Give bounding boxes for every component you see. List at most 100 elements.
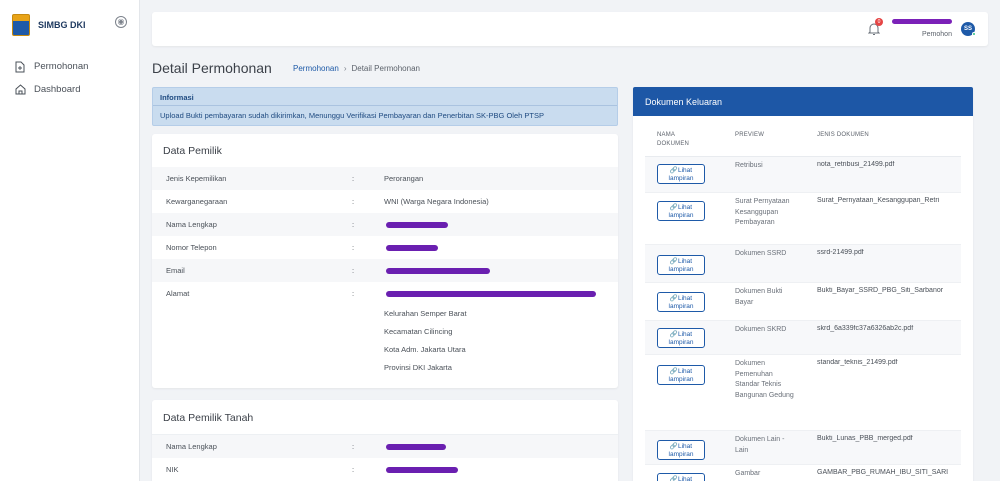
topbar: 0 Pemohon SS xyxy=(152,12,988,46)
preview-cell: Retribusi xyxy=(735,162,763,169)
brand[interactable]: SIMBG DKI xyxy=(12,14,86,36)
address-line: Kota Adm. Jakarta Utara xyxy=(384,345,466,354)
row-value: WNI (Warga Negara Indonesia) xyxy=(384,197,489,206)
breadcrumb-current: Detail Permohonan xyxy=(351,64,420,73)
home-icon xyxy=(14,84,26,96)
preview-cell: Dokumen SSRD xyxy=(735,250,787,257)
row-colon: : xyxy=(352,197,355,206)
table-row: 🔗Lihat lampiran Gambar GAMBAR_PBG_RUMAH_… xyxy=(645,465,961,481)
sidebar-item-label: Permohonan xyxy=(34,61,89,72)
alert-divider xyxy=(153,105,617,106)
address-line: Kelurahan Semper Barat xyxy=(384,309,467,318)
sidebar-item-dashboard[interactable]: Dashboard xyxy=(14,78,88,101)
lihat-lampiran-button[interactable]: 🔗Lihat lampiran xyxy=(657,255,705,275)
lihat-lampiran-button[interactable]: 🔗Lihat lampiran xyxy=(657,473,705,481)
column-header-nama: NAMA DOKUMEN xyxy=(657,132,690,147)
jenis-cell: Bukti_Bayar_SSRD_PBG_Siti_Sarbanor xyxy=(817,287,944,294)
breadcrumb: Permohonan › Detail Permohonan xyxy=(293,64,420,73)
detail-row: Kewarganegaraan : WNI (Warga Negara Indo… xyxy=(152,190,618,213)
brand-name: SIMBG DKI xyxy=(38,20,86,30)
info-alert: Informasi Upload Bukti pembayaran sudah … xyxy=(152,87,618,126)
sidebar: SIMBG DKI ◉ Permohonan Dashboard xyxy=(0,0,140,481)
jenis-cell: nota_retribusi_21499.pdf xyxy=(817,161,895,168)
jenis-cell: GAMBAR_PBG_RUMAH_IBU_SITI_SARI xyxy=(817,469,949,476)
link-icon: 🔗 xyxy=(669,368,678,375)
address-line: Kecamatan Cilincing xyxy=(384,327,453,336)
lihat-lampiran-button[interactable]: 🔗Lihat lampiran xyxy=(657,328,705,348)
row-colon: : xyxy=(352,220,355,229)
sidebar-collapse-icon[interactable]: ◉ xyxy=(115,16,127,28)
jenis-cell: Surat_Pernyataan_Kesanggupan_Retri xyxy=(817,197,940,204)
table-row: 🔗Lihat lampiran Surat Pernyataan Kesangg… xyxy=(645,193,961,245)
link-icon: 🔗 xyxy=(669,476,678,481)
dokumen-table[interactable]: NAMA DOKUMEN PREVIEW JENIS DOKUMEN 🔗Liha… xyxy=(645,126,961,481)
panel-title: Dokumen Keluaran xyxy=(645,97,723,107)
preview-cell: Gambar xyxy=(735,470,761,477)
detail-row: Nomor Telepon : xyxy=(152,236,618,259)
detail-row-alamat: Alamat : Kelurahan Semper Barat Kecamata… xyxy=(152,282,618,382)
row-label: NIK xyxy=(166,465,179,474)
table-row: 🔗Lihat lampiran Retribusi nota_retribusi… xyxy=(645,157,961,193)
link-icon: 🔗 xyxy=(669,204,678,211)
alert-title: Informasi xyxy=(160,93,194,102)
page-title: Detail Permohonan xyxy=(152,60,272,76)
preview-cell: Dokumen Lain - Lain xyxy=(735,436,785,454)
table-row: 🔗Lihat lampiran Dokumen Pemenuhan Standa… xyxy=(645,355,961,431)
link-icon: 🔗 xyxy=(669,443,678,450)
sidebar-item-permohonan[interactable]: Permohonan xyxy=(14,55,88,78)
card-title: Data Pemilik Tanah xyxy=(163,412,254,424)
lihat-lampiran-button[interactable]: 🔗Lihat lampiran xyxy=(657,365,705,385)
row-colon: : xyxy=(352,465,355,474)
lihat-lampiran-button[interactable]: 🔗Lihat lampiran xyxy=(657,292,705,312)
card-title: Data Pemilik xyxy=(163,145,222,157)
jenis-cell: ssrd-21499.pdf xyxy=(817,249,864,256)
preview-cell: Dokumen SKRD xyxy=(735,326,787,333)
column-header-jenis: JENIS DOKUMEN xyxy=(817,132,869,138)
breadcrumb-link-permohonan[interactable]: Permohonan xyxy=(293,64,339,73)
detail-row: Jenis Kepemilikan : Perorangan xyxy=(152,167,618,190)
lihat-lampiran-button[interactable]: 🔗Lihat lampiran xyxy=(657,201,705,221)
redacted-value xyxy=(386,467,458,473)
preview-cell: Dokumen Bukti Bayar xyxy=(735,288,783,306)
detail-row: Nama Lengkap : xyxy=(152,213,618,236)
link-icon: 🔗 xyxy=(669,295,678,302)
row-colon: : xyxy=(352,174,355,183)
sidebar-nav: Permohonan Dashboard xyxy=(14,55,88,101)
table-row: 🔗Lihat lampiran Dokumen SSRD ssrd-21499.… xyxy=(645,245,961,283)
data-pemilik-tanah-card: Data Pemilik Tanah Nama Lengkap : NIK : xyxy=(152,400,618,481)
table-row: 🔗Lihat lampiran Dokumen Lain - Lain Bukt… xyxy=(645,431,961,465)
lihat-lampiran-button[interactable]: 🔗Lihat lampiran xyxy=(657,440,705,460)
link-icon: 🔗 xyxy=(669,167,678,174)
row-label: Jenis Kepemilikan xyxy=(166,174,227,183)
sidebar-item-label: Dashboard xyxy=(34,84,81,95)
link-icon: 🔗 xyxy=(669,258,678,265)
dki-logo-icon xyxy=(12,14,30,36)
panel-header: Dokumen Keluaran xyxy=(633,87,973,116)
link-icon: 🔗 xyxy=(669,331,678,338)
preview-cell: Dokumen Pemenuhan Standar Teknis Banguna… xyxy=(735,360,794,399)
table-row: 🔗Lihat lampiran Dokumen Bukti Bayar Bukt… xyxy=(645,283,961,321)
online-status-dot xyxy=(972,32,976,36)
jenis-cell: standar_teknis_21499.pdf xyxy=(817,359,898,366)
row-label: Alamat xyxy=(166,289,190,298)
dokumen-keluaran-panel: Dokumen Keluaran NAMA DOKUMEN PREVIEW JE… xyxy=(633,87,973,481)
row-colon: : xyxy=(352,442,355,451)
notification-badge: 0 xyxy=(875,18,883,26)
redacted-value xyxy=(386,444,446,450)
redacted-value xyxy=(386,245,438,251)
row-label: Nama Lengkap xyxy=(166,442,217,451)
lihat-lampiran-button[interactable]: 🔗Lihat lampiran xyxy=(657,164,705,184)
preview-cell: Surat Pernyataan Kesanggupan Pembayaran xyxy=(735,198,790,226)
jenis-cell: skrd_6a339fc37a6326ab2c.pdf xyxy=(817,325,914,332)
row-label: Nomor Telepon xyxy=(166,243,217,252)
row-colon: : xyxy=(352,289,355,298)
row-colon: : xyxy=(352,266,355,275)
row-colon: : xyxy=(352,243,355,252)
redacted-value xyxy=(386,291,596,297)
document-icon xyxy=(14,61,26,73)
row-label: Nama Lengkap xyxy=(166,220,217,229)
user-name-redacted[interactable] xyxy=(892,19,952,24)
detail-row: Email : xyxy=(152,259,618,282)
address-line: Provinsi DKI Jakarta xyxy=(384,363,452,372)
detail-row: NIK : xyxy=(152,458,618,481)
